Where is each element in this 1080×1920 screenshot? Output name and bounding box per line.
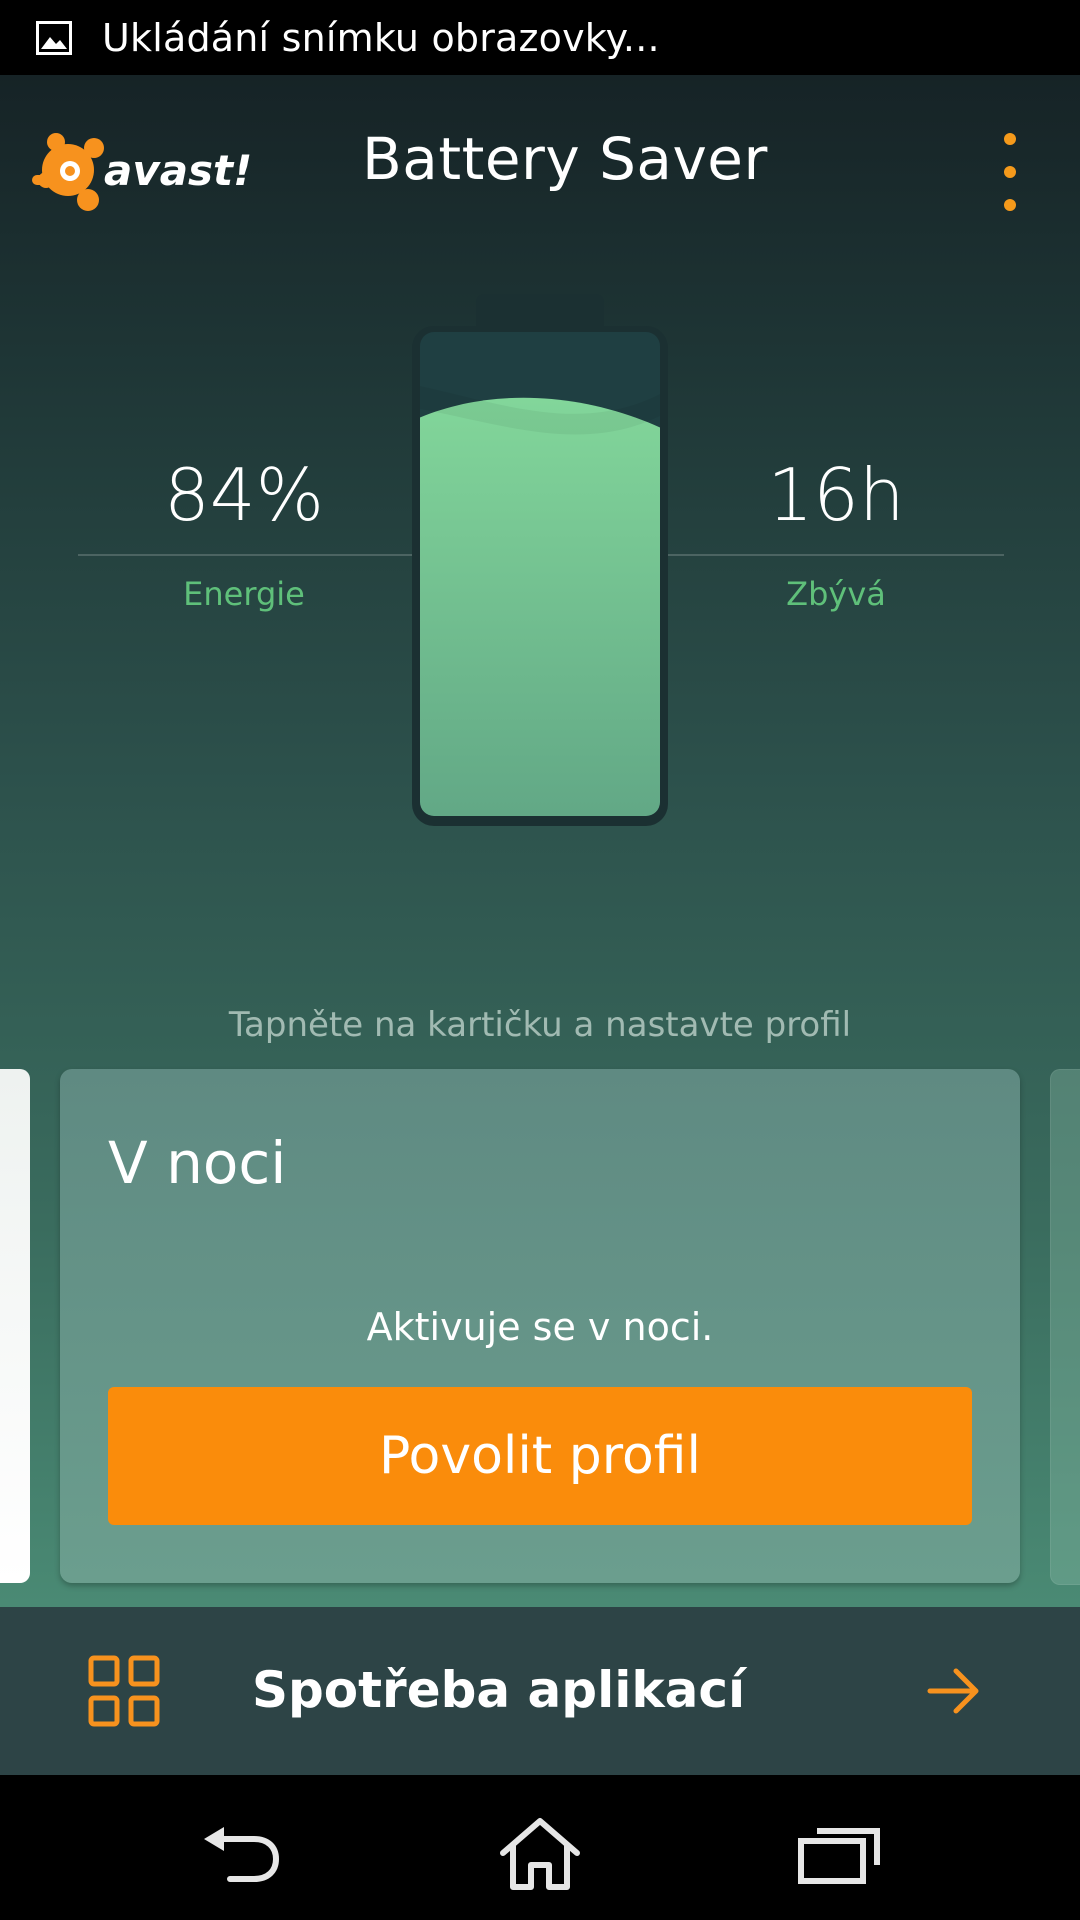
image-icon <box>36 20 72 55</box>
energy-label: Energie <box>183 575 305 613</box>
battery-saver-app: avast! Battery Saver 84% Energie 16h Zbý… <box>0 75 1080 1607</box>
recents-icon[interactable] <box>795 1815 885 1891</box>
profile-card-previous[interactable] <box>0 1069 30 1583</box>
arrow-right-icon <box>927 1668 979 1714</box>
status-notification-text: Ukládání snímku obrazovky... <box>102 15 660 60</box>
app-title: Battery Saver <box>362 125 768 193</box>
profile-card-next[interactable] <box>1050 1069 1080 1585</box>
apps-grid-icon <box>88 1655 160 1727</box>
profile-card[interactable]: V noci Aktivuje se v noci. Povolit profi… <box>60 1069 1020 1583</box>
overflow-menu-icon[interactable] <box>990 127 1030 217</box>
status-bar: Ukládání snímku obrazovky... <box>0 0 1080 75</box>
profile-description: Aktivuje se v noci. <box>366 1305 714 1349</box>
energy-value: 84% <box>163 453 325 537</box>
divider-right <box>660 554 1004 556</box>
logo-wordmark: avast! <box>104 146 252 195</box>
app-usage-label: Spotřeba aplikací <box>252 1661 746 1719</box>
remaining-label: Zbývá <box>786 575 886 613</box>
battery-graphic <box>412 294 668 826</box>
system-nav-bar <box>0 1775 1080 1920</box>
enable-profile-button[interactable]: Povolit profil <box>108 1387 972 1525</box>
app-usage-bar[interactable]: Spotřeba aplikací <box>0 1607 1080 1775</box>
home-icon[interactable] <box>495 1815 585 1891</box>
toolbar: avast! Battery Saver <box>0 75 1080 245</box>
profile-title: V noci <box>108 1129 287 1197</box>
back-icon[interactable] <box>196 1815 286 1891</box>
remaining-value: 16h <box>767 453 905 537</box>
profile-hint: Tapněte na kartičku a nastavte profil <box>228 1005 852 1045</box>
avast-logo: avast! <box>32 133 252 211</box>
divider-left <box>78 554 422 556</box>
